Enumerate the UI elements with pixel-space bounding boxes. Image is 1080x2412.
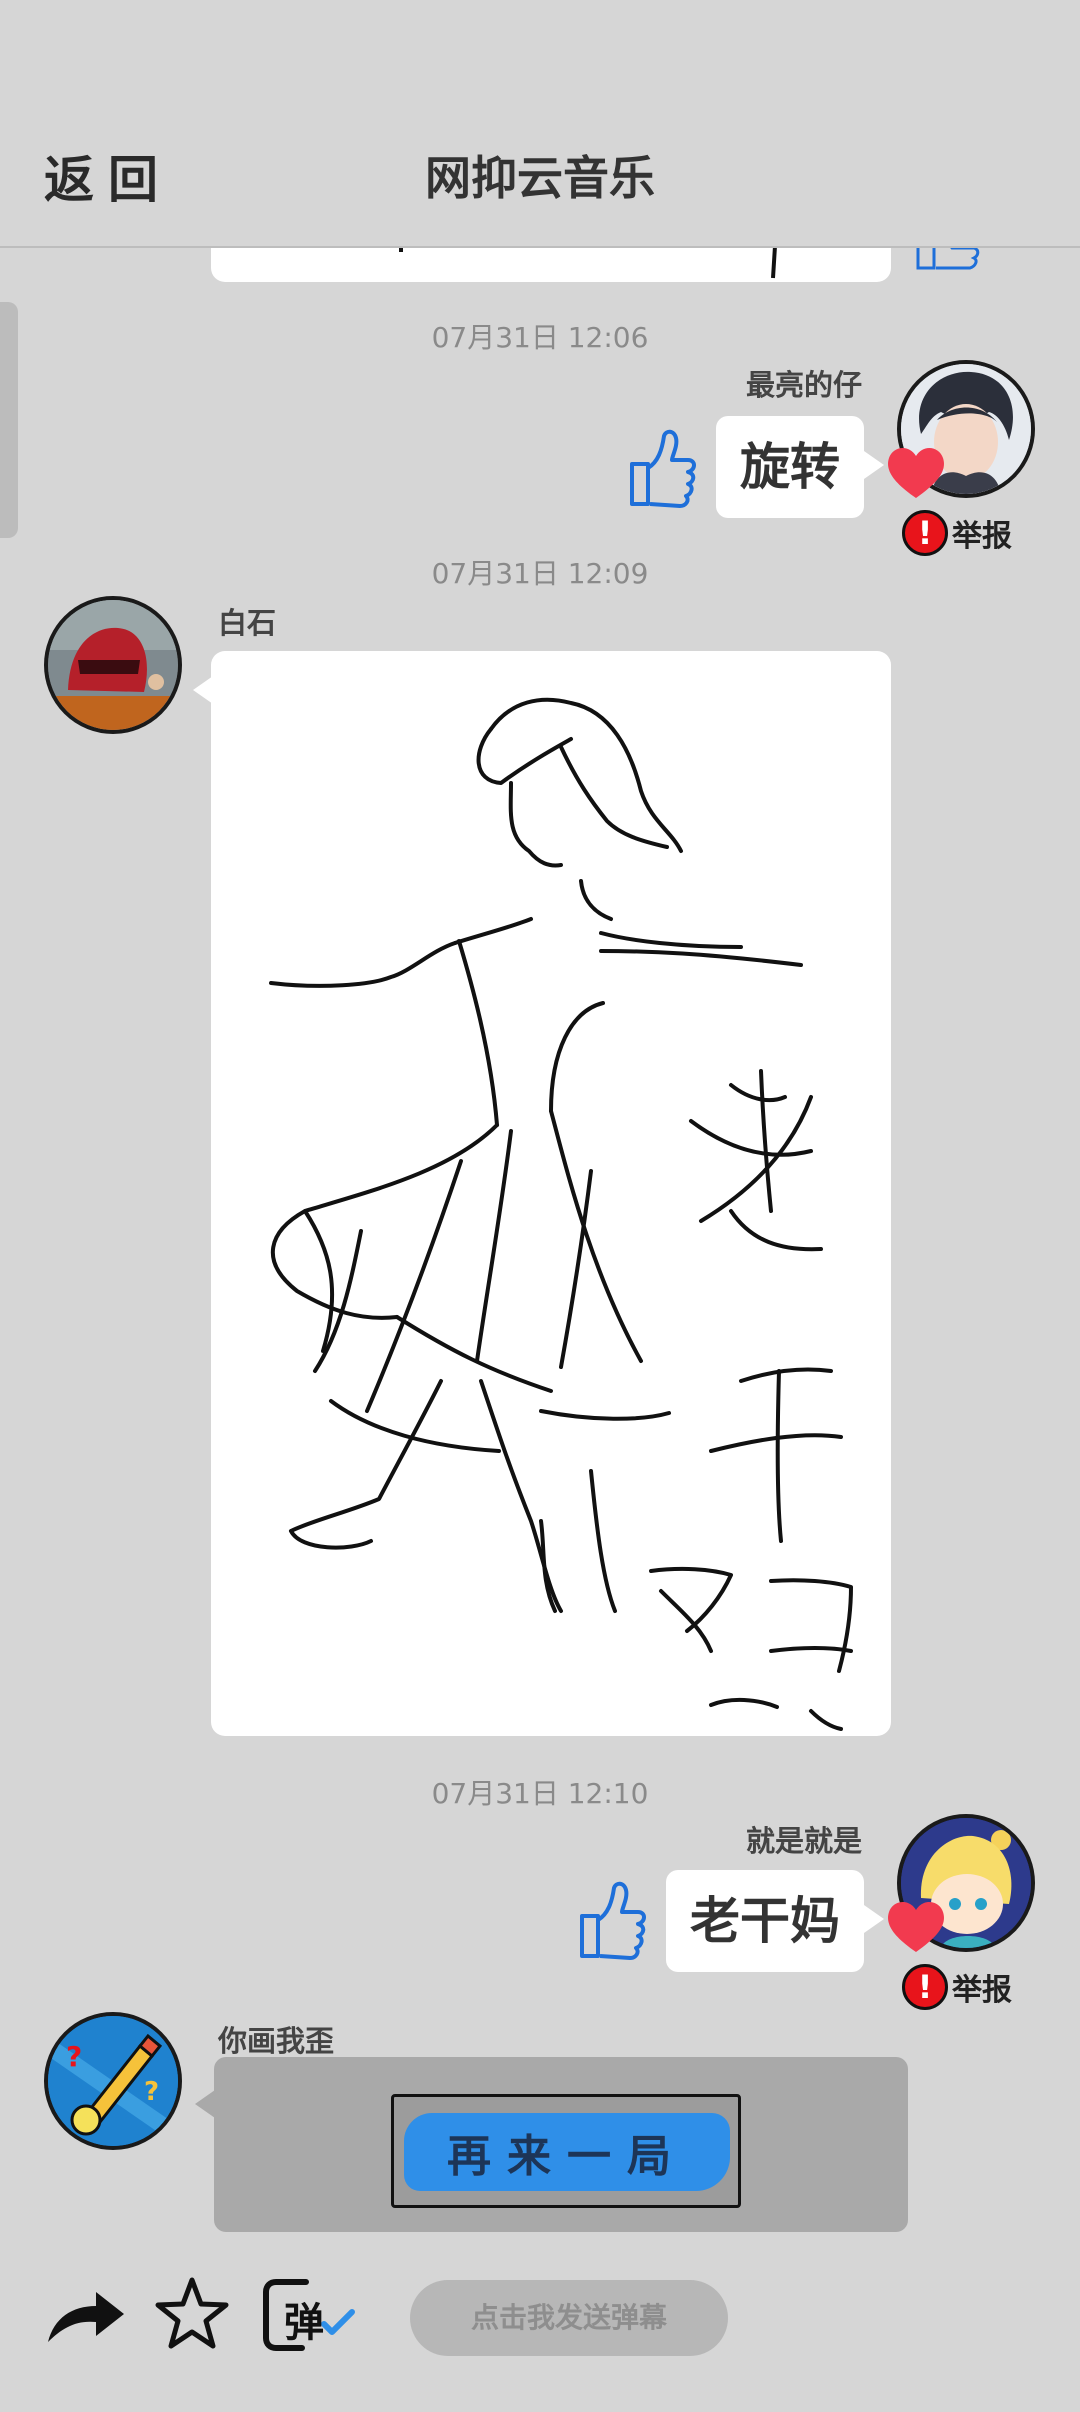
avatar[interactable] [44, 596, 182, 734]
message-username: 最亮的仔 [745, 368, 862, 402]
message-timestamp: 07月31日 12:10 [431, 1777, 649, 1810]
message-bubble: 老干妈 [666, 1870, 864, 1972]
favorite-button[interactable] [154, 2276, 230, 2356]
report-label: 举报 [952, 519, 1012, 554]
report-button[interactable]: ! 举报 [902, 1964, 1012, 2010]
page-title: 网抑云音乐 [425, 151, 655, 205]
like-button[interactable] [576, 1880, 648, 1964]
message-username: 你画我歪 [218, 2024, 335, 2058]
bubble-tail [193, 676, 213, 704]
play-again-label: 再来一局 [404, 2113, 730, 2191]
play-again-button[interactable]: 再来一局 [391, 2094, 741, 2208]
heart-icon[interactable] [885, 1896, 947, 1958]
report-label: 举报 [952, 1973, 1012, 2008]
avatar[interactable]: ? ? [44, 2012, 182, 2150]
star-icon [154, 2277, 230, 2356]
bubble-tail [195, 2090, 215, 2118]
danmu-icon-label: 弹 [284, 2300, 324, 2346]
share-arrow-icon [44, 2292, 126, 2350]
message-username: 白石 [218, 606, 277, 640]
danmu-input[interactable]: 点击我发送弹幕 [410, 2280, 728, 2356]
app-header: 返回 网抑云音乐 [0, 0, 1080, 248]
alert-icon: ! [902, 510, 948, 556]
thumbs-up-icon [626, 429, 698, 512]
heart-icon[interactable] [885, 442, 947, 504]
svg-text:?: ? [66, 2040, 82, 2073]
alert-icon: ! [902, 1964, 948, 2010]
like-button[interactable] [626, 428, 698, 512]
bubble-tail [864, 451, 884, 479]
report-button[interactable]: ! 举报 [902, 510, 1012, 556]
bubble-tail [864, 1905, 884, 1933]
message-timestamp: 07月31日 12:09 [431, 557, 649, 590]
thumbs-up-icon [576, 1881, 648, 1964]
svg-text:?: ? [144, 2077, 159, 2107]
message-timestamp: 07月31日 12:06 [431, 321, 649, 354]
share-button[interactable] [44, 2284, 126, 2350]
drawing-message[interactable] [211, 651, 891, 1736]
message-bubble: 旋转 [716, 416, 864, 518]
message-username: 就是就是 [745, 1824, 862, 1858]
sketch-drawing [269, 697, 853, 1731]
danmu-toggle-button[interactable]: 弹 [262, 2276, 358, 2356]
